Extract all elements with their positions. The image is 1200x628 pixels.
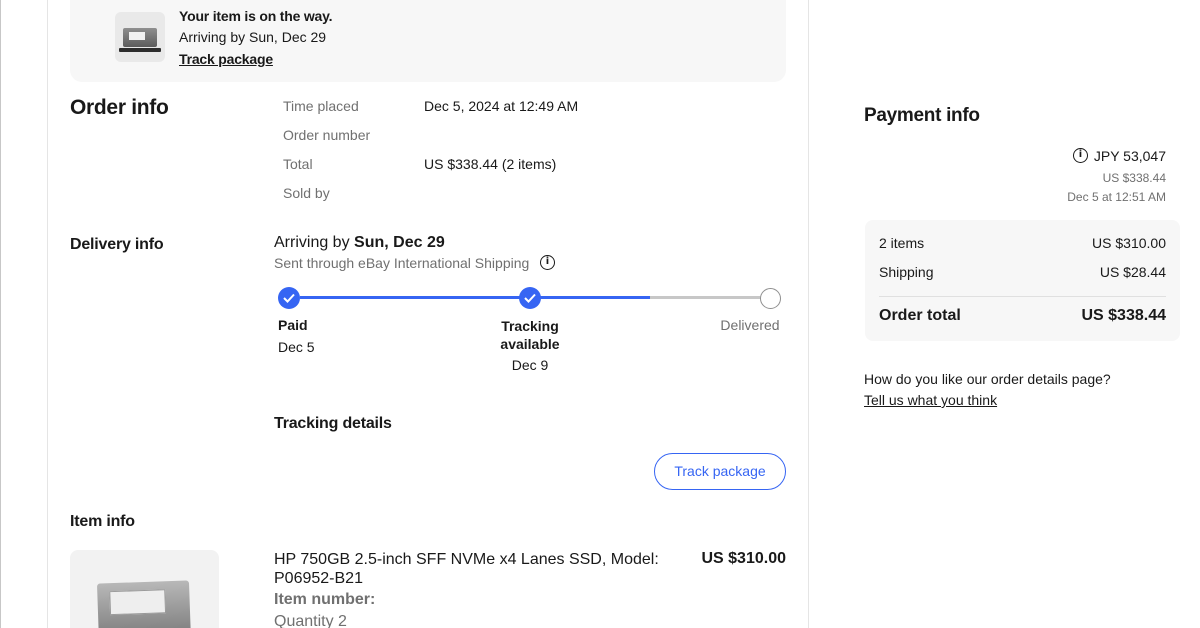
sold-by-label: Sold by <box>283 185 330 201</box>
payment-info-heading: Payment info <box>864 105 980 126</box>
step-tracking-date: Dec 9 <box>511 357 549 373</box>
item-image[interactable] <box>70 550 219 628</box>
feedback-question: How do you like our order details page? <box>864 371 1111 387</box>
time-placed-value: Dec 5, 2024 at 12:49 AM <box>424 98 579 114</box>
arriving-by-text: Arriving by Sun, Dec 29 <box>274 234 445 252</box>
summary-shipping-value: US $28.44 <box>1099 264 1166 280</box>
drive-image <box>123 28 157 47</box>
summary-shipping-label: Shipping <box>879 264 934 280</box>
time-placed-label: Time placed <box>283 98 359 114</box>
tracking-details-heading: Tracking details <box>274 415 392 432</box>
total-label: Total <box>283 156 313 172</box>
banner-title: Your item is on the way. <box>179 8 333 24</box>
banner-subtitle: Arriving by Sun, Dec 29 <box>179 29 327 45</box>
info-icon[interactable]: i <box>540 255 555 270</box>
progress-line-complete <box>300 296 520 299</box>
step-paid-date: Dec 5 <box>278 339 315 355</box>
ssd-drive-image <box>96 580 192 628</box>
track-package-button[interactable]: Track package <box>654 453 786 490</box>
step-paid-check-icon <box>278 287 300 309</box>
item-title-link[interactable]: HP 750GB 2.5-inch SFF NVMe x4 Lanes SSD,… <box>274 550 674 588</box>
progress-line-pending <box>650 296 760 299</box>
page-edge <box>0 0 1 628</box>
item-price: US $310.00 <box>701 550 786 567</box>
banner-item-thumbnail[interactable] <box>115 12 165 62</box>
summary-divider <box>879 296 1166 297</box>
payment-date: Dec 5 at 12:51 AM <box>1067 190 1166 204</box>
shipping-method-note: Sent through eBay International Shipping <box>274 255 530 271</box>
order-info-heading: Order info <box>70 96 169 119</box>
step-delivered-circle-icon <box>760 288 781 309</box>
banner-track-package-link[interactable]: Track package <box>179 51 273 67</box>
summary-items-label: 2 items <box>879 235 925 251</box>
step-tracking-label: Tracking available <box>500 318 560 352</box>
order-number-label: Order number <box>283 127 371 143</box>
item-number-label: Item number: <box>274 591 376 608</box>
feedback-link[interactable]: Tell us what you think <box>864 392 997 408</box>
step-tracking-check-icon <box>519 287 541 309</box>
payment-jpy-amount: JPY 53,047 <box>1093 148 1166 164</box>
summary-items-value: US $310.00 <box>1092 235 1166 251</box>
step-paid-label: Paid <box>278 317 308 333</box>
order-total-value: US $338.44 <box>1081 307 1166 324</box>
delivery-info-heading: Delivery info <box>70 236 164 253</box>
total-value: US $338.44 (2 items) <box>424 156 557 172</box>
item-quantity: Quantity 2 <box>274 613 347 628</box>
shipping-status-banner: Your item is on the way. Arriving by Sun… <box>70 0 786 82</box>
payment-usd-amount: US $338.44 <box>1102 171 1166 185</box>
arriving-date: Sun, Dec 29 <box>354 234 445 251</box>
progress-line-partial <box>540 296 650 299</box>
main-content-frame <box>47 0 809 628</box>
order-total-label: Order total <box>879 307 961 324</box>
step-delivered-label: Delivered <box>720 317 780 333</box>
item-info-heading: Item info <box>70 513 135 530</box>
arriving-prefix: Arriving by <box>274 234 355 251</box>
